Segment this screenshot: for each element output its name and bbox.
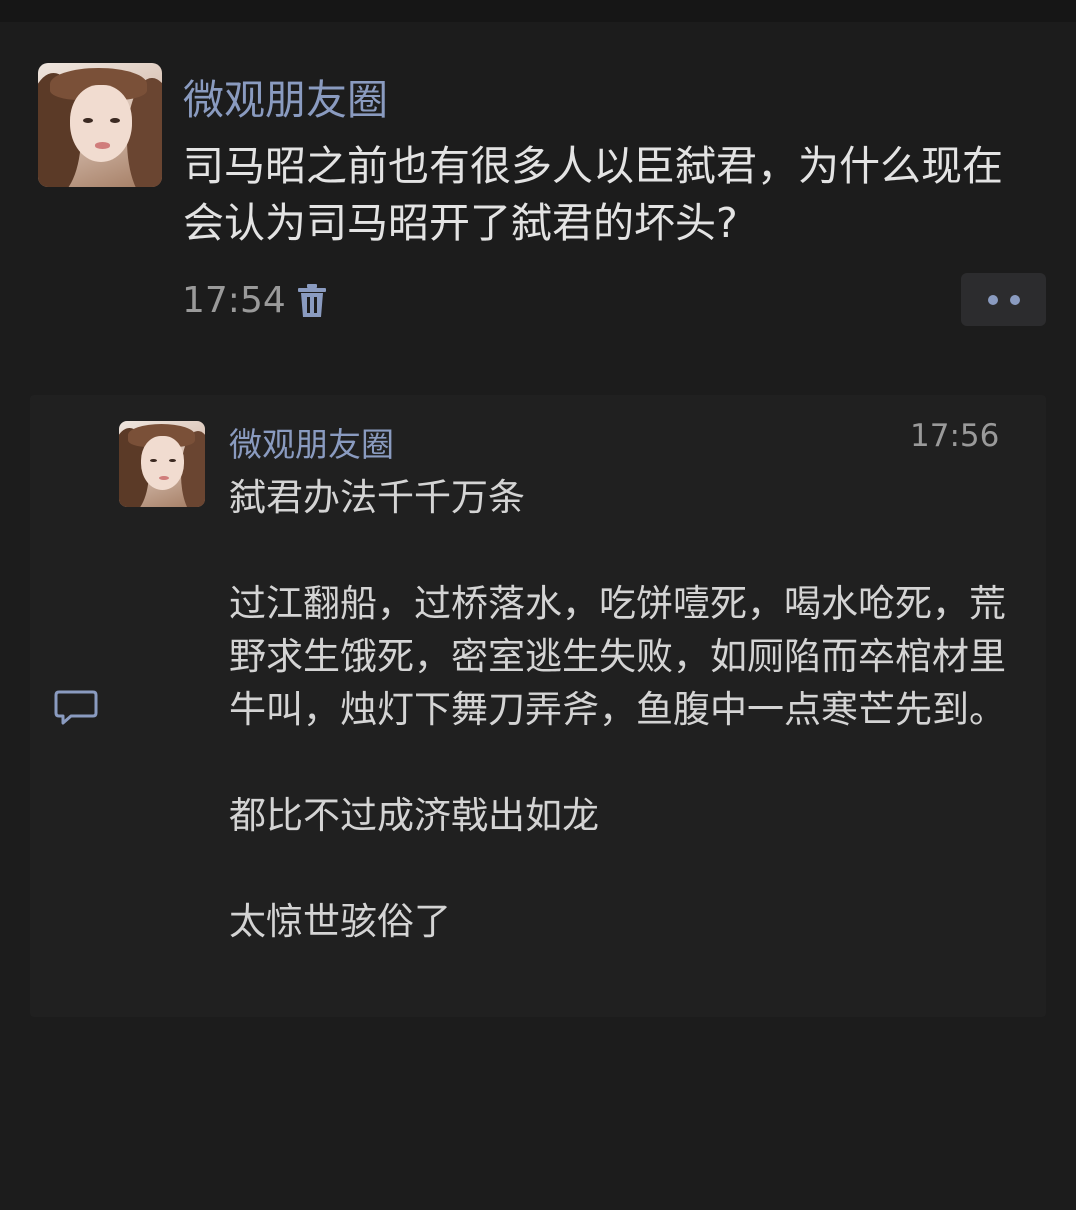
more-actions-button[interactable]	[961, 273, 1046, 326]
post-author-avatar[interactable]	[38, 63, 162, 187]
status-bar-strip	[0, 0, 1076, 22]
comment-bubble-icon	[54, 690, 98, 725]
more-dots-icon	[987, 294, 998, 305]
comment-timestamp: 17:56	[910, 418, 1000, 454]
post-text: 司马昭之前也有很多人以臣弑君，为什么现在会认为司马昭开了弑君的坏头?	[183, 142, 1003, 247]
comment-author-name[interactable]: 微观朋友圈	[229, 418, 394, 466]
post-timestamp: 17:54	[182, 280, 286, 321]
trash-icon[interactable]	[296, 283, 328, 319]
post-author-name[interactable]: 微观朋友圈	[183, 66, 388, 126]
comment-author-avatar[interactable]	[119, 421, 205, 507]
comment-text: 弑君办法千千万条 过江翻船，过桥落水，吃饼噎死，喝水呛死，荒野求生饿死，密室逃生…	[229, 476, 1006, 943]
